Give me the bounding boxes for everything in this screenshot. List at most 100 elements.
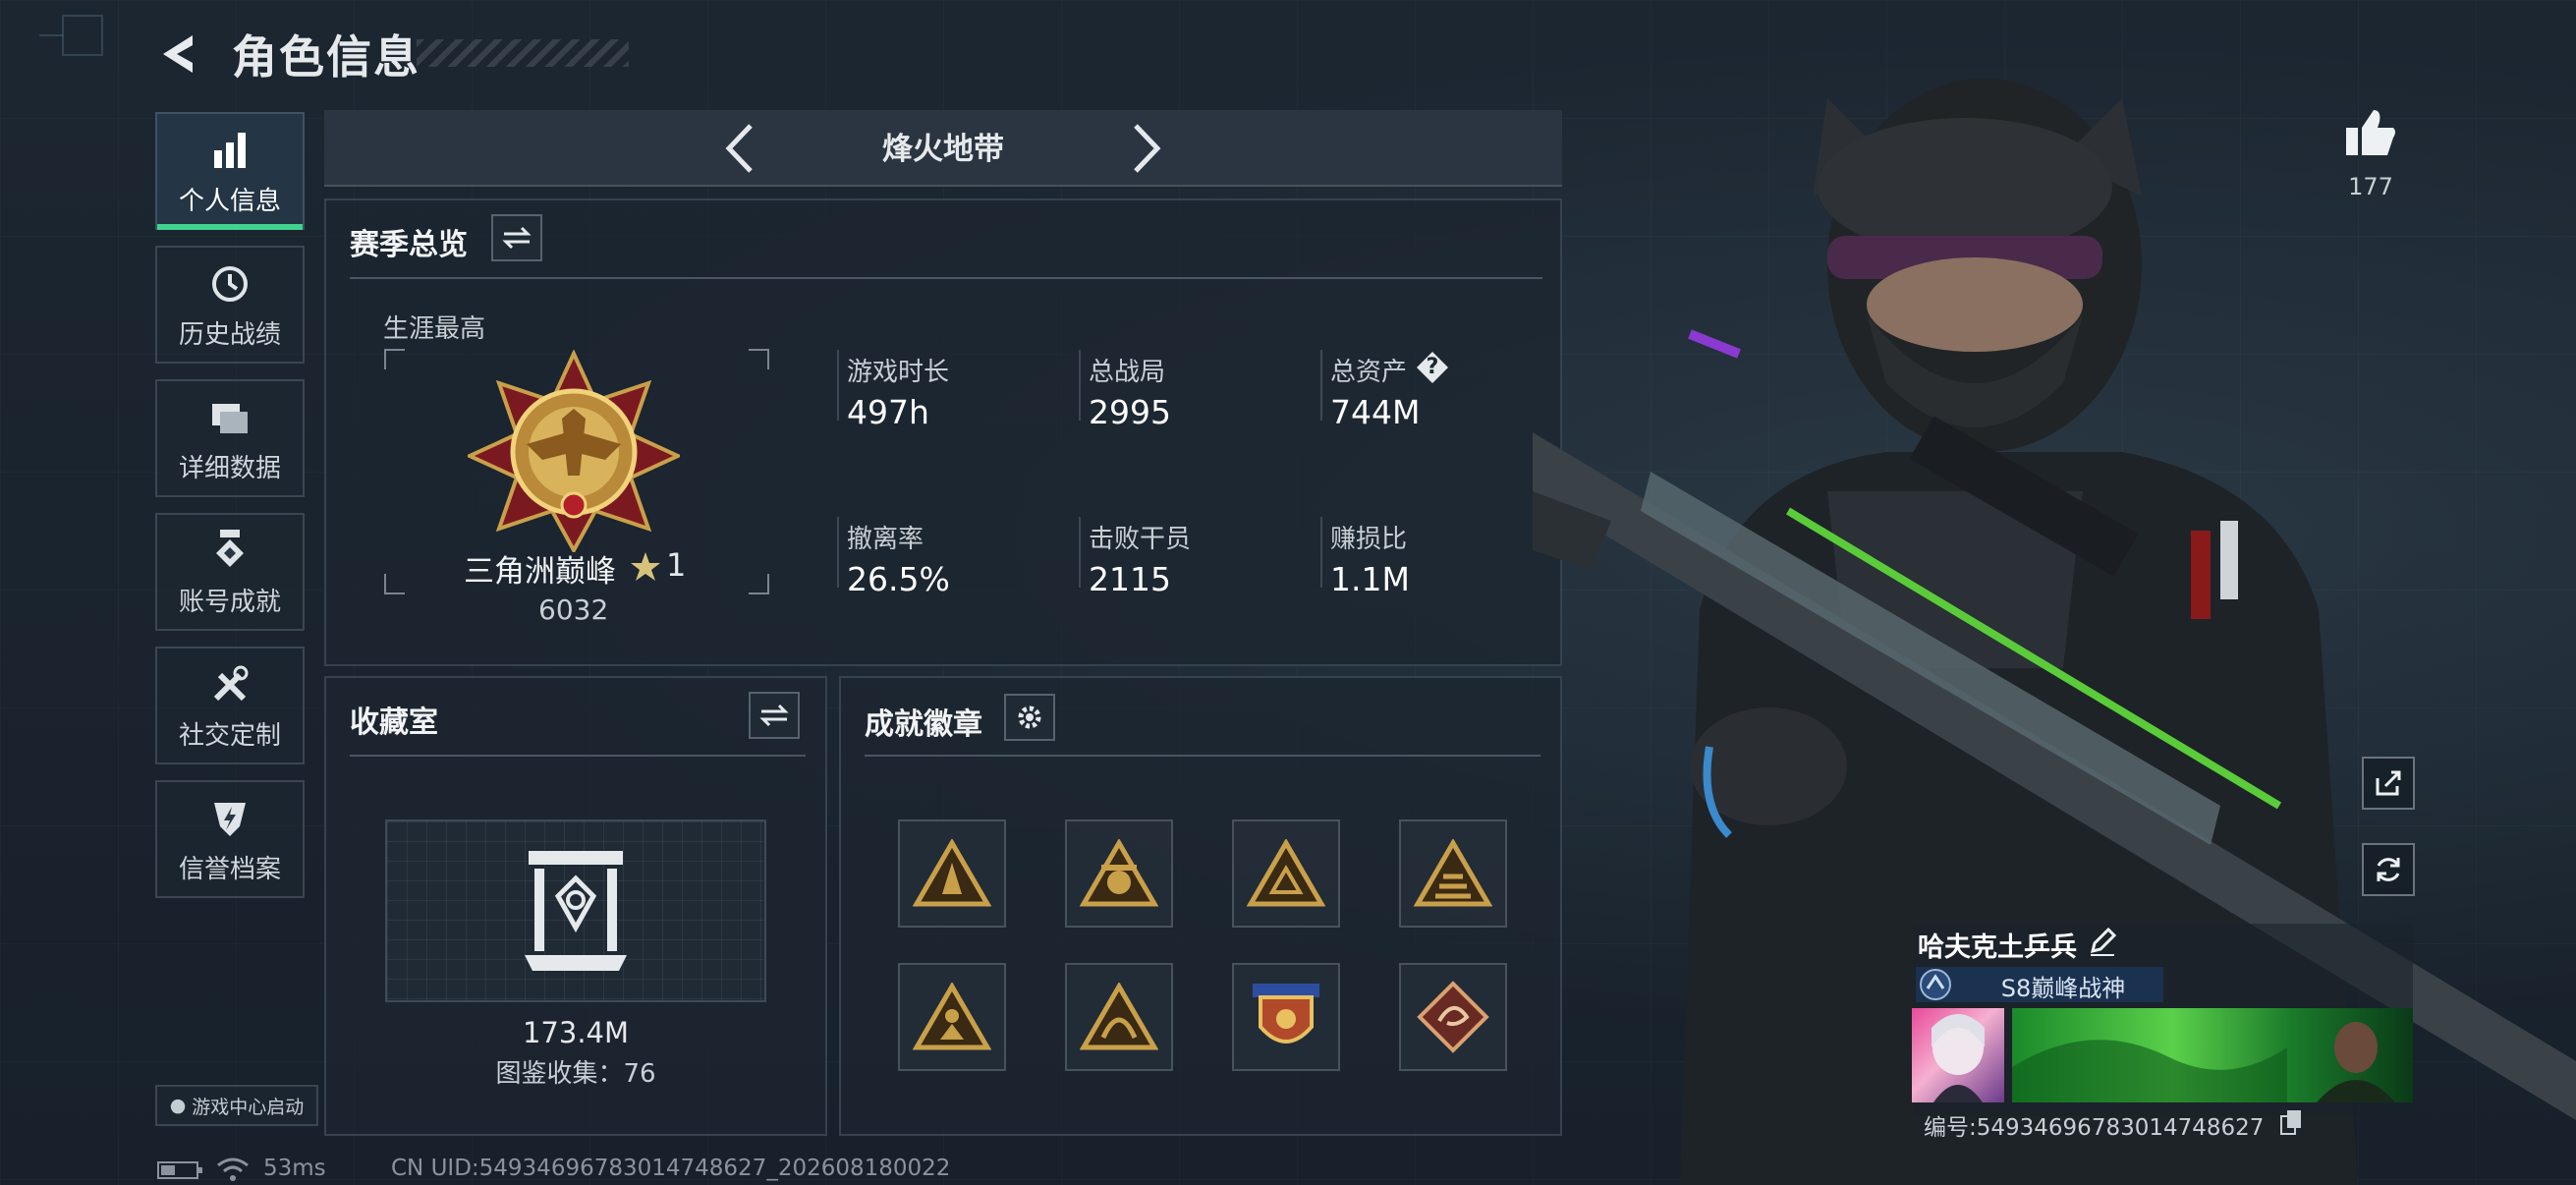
collection-value: 173.4M: [522, 1016, 630, 1049]
title-emblem-icon: [1920, 969, 1951, 1000]
triangle-badge-icon: [1080, 983, 1158, 1050]
stat-value-assets: 744M: [1330, 393, 1421, 431]
shield-badge-icon: [1253, 984, 1319, 1044]
back-arrow-icon[interactable]: [153, 29, 202, 79]
season-switch-button[interactable]: [491, 214, 542, 261]
achievements-settings-button[interactable]: [1004, 694, 1055, 741]
sidebar-item-social-custom[interactable]: 社交定制: [155, 647, 305, 764]
chevron-left-icon[interactable]: [721, 122, 756, 175]
player-banner[interactable]: [2012, 1008, 2413, 1102]
thumbs-up-icon[interactable]: [2344, 106, 2397, 159]
refresh-button[interactable]: [2362, 843, 2415, 896]
achievement-badge[interactable]: [898, 819, 1006, 928]
stat-divider: [1079, 517, 1081, 588]
gear-icon: [1018, 705, 1041, 729]
sidebar-item-label: 信誉档案: [178, 854, 281, 884]
player-uid: 编号:5493469678301474862‌7: [1924, 1115, 2265, 1141]
swap-icon: [502, 226, 532, 250]
stat-value-profit-ratio: 1.1M: [1330, 560, 1410, 598]
mode-title: 烽火地带: [882, 132, 1004, 167]
rank-name: 三角洲巅峰: [464, 554, 616, 590]
refresh-icon: [2377, 858, 2400, 881]
copy-icon[interactable]: [2279, 1108, 2305, 1136]
stat-divider: [1320, 350, 1322, 421]
title-badge-text: S8巅峰战神: [2000, 975, 2126, 1002]
battery-icon: [157, 1161, 202, 1179]
achievement-badge[interactable]: [898, 963, 1006, 1071]
sidebar-item-history[interactable]: 历史战绩: [155, 246, 305, 364]
sidebar-item-label: 个人信息: [178, 186, 281, 216]
avatar-portrait: [1932, 1014, 1985, 1102]
page-title: 角色信息: [232, 30, 420, 84]
sidebar-item-detail-data[interactable]: 详细数据: [155, 379, 305, 497]
stat-label-assets: 总资产: [1330, 358, 1408, 387]
title-decoration: [417, 39, 629, 67]
dragon-badge-icon: [1417, 981, 1489, 1053]
sidebar-item-label: 详细数据: [178, 453, 281, 483]
achievement-badge[interactable]: [1232, 963, 1340, 1071]
achievement-badge[interactable]: [1399, 819, 1507, 928]
game-center-launch-button[interactable]: ● 游戏中心启动: [155, 1085, 318, 1126]
divider: [350, 277, 1542, 279]
swap-icon: [759, 704, 789, 727]
achievement-icon: [216, 529, 244, 567]
rank-score: 6032: [538, 593, 609, 626]
achievement-badge[interactable]: [1065, 819, 1173, 928]
stat-label-extract-rate: 撤离率: [847, 525, 924, 554]
launch-label: 游戏中心启动: [192, 1096, 305, 1118]
stat-divider: [1079, 350, 1081, 421]
sidebar-item-account-achievement[interactable]: 账号成就: [155, 513, 305, 631]
stat-divider: [1320, 517, 1322, 588]
achievement-badge[interactable]: [1065, 963, 1173, 1071]
edit-icon[interactable]: [2087, 926, 2118, 957]
career-best-label: 生涯最高: [383, 314, 486, 344]
player-avatar[interactable]: [1912, 1008, 2004, 1102]
rank-medal-icon: [468, 350, 680, 552]
history-icon: [212, 265, 248, 302]
stat-label-profit-ratio: 赚损比: [1330, 525, 1408, 554]
triangle-badge-icon: [913, 983, 991, 1050]
sidebar-item-reputation[interactable]: 信誉档案: [155, 780, 305, 898]
stat-value-kills: 2115: [1089, 560, 1171, 598]
stat-value-playtime: 497h: [847, 393, 929, 431]
like-count: 177: [2348, 173, 2393, 200]
stat-label-matches: 总战局: [1089, 358, 1166, 387]
stat-label-kills: 击败干员: [1089, 525, 1192, 554]
sidebar-item-label: 历史战绩: [178, 319, 281, 350]
collection-switch-button[interactable]: [749, 692, 800, 739]
triangle-badge-icon: [1080, 839, 1158, 907]
ping-text: 53ms: [263, 1156, 326, 1181]
cn-uid-text: CN UID:5493469678301474862‌7_20260818002…: [391, 1156, 951, 1181]
star-icon: [631, 552, 660, 581]
stat-value-extract-rate: 26.5%: [847, 560, 950, 598]
sidebar-item-personal-info[interactable]: 个人信息: [155, 112, 305, 230]
wifi-icon: [217, 1157, 249, 1181]
achievement-badge[interactable]: [1232, 819, 1340, 928]
tools-icon: [213, 665, 249, 701]
achievement-badge[interactable]: [1399, 963, 1507, 1071]
season-title: 赛季总览: [350, 228, 468, 262]
collection-title: 收藏室: [350, 705, 438, 740]
triangle-badge-icon: [1414, 839, 1492, 907]
stat-divider: [837, 350, 839, 421]
display-case-icon: [525, 851, 627, 971]
chevron-right-icon[interactable]: [1130, 122, 1165, 175]
sidebar-item-label: 账号成就: [178, 587, 281, 617]
share-button[interactable]: [2362, 757, 2415, 810]
stat-divider: [837, 517, 839, 588]
achievements-title: 成就徽章: [865, 707, 982, 742]
sidebar-item-label: 社交定制: [178, 720, 281, 751]
bar-chart-icon: [214, 132, 246, 168]
reputation-icon: [214, 802, 246, 836]
divider: [350, 755, 806, 757]
triangle-badge-icon: [1247, 839, 1325, 907]
penguin-icon: ●: [169, 1095, 187, 1116]
player-name: 哈夫克土乒兵: [1918, 932, 2077, 963]
stat-value-matches: 2995: [1089, 393, 1171, 431]
triangle-badge-icon: [913, 839, 991, 907]
share-icon: [2376, 770, 2401, 796]
banner-artwork: [2012, 1022, 2395, 1102]
rank-stars: 1: [666, 546, 687, 584]
folder-icon: [212, 403, 248, 433]
collection-count: 图鉴收集：76: [495, 1059, 656, 1089]
